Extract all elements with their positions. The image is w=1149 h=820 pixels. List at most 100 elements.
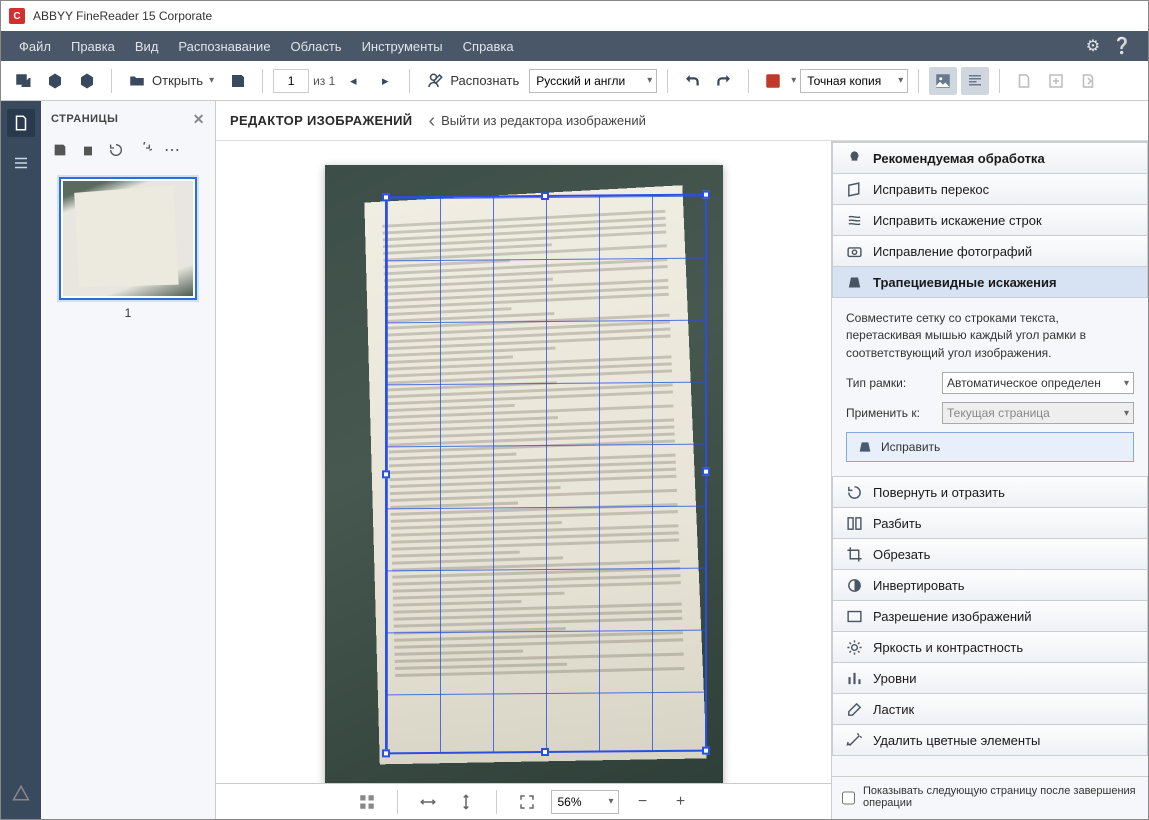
- exit-editor-link[interactable]: Выйти из редактора изображений: [428, 113, 645, 128]
- menu-help[interactable]: Справка: [453, 33, 524, 60]
- grid-handle-bottom-mid[interactable]: [541, 748, 549, 756]
- prev-page-button[interactable]: ◂: [339, 67, 367, 95]
- brightness-icon: [845, 638, 863, 656]
- pages-delete-icon[interactable]: [79, 141, 97, 159]
- grid-handle-bottom-right[interactable]: [702, 747, 710, 755]
- tool-crop[interactable]: Обрезать: [832, 539, 1148, 570]
- grid-handle-mid-right[interactable]: [702, 468, 710, 476]
- send-button: [1010, 67, 1038, 95]
- recognize-button[interactable]: Распознать: [420, 67, 525, 95]
- zoom-in-button[interactable]: +: [667, 788, 695, 816]
- rail-pages-button[interactable]: [7, 109, 35, 137]
- pdf-dropdown[interactable]: ▾: [791, 75, 796, 86]
- grid-handle-top-mid[interactable]: [541, 192, 549, 200]
- bottom-bar: 56% − +: [216, 783, 832, 819]
- menu-view[interactable]: Вид: [125, 33, 169, 60]
- fix-button[interactable]: Исправить: [846, 432, 1134, 462]
- tool-brightness[interactable]: Яркость и контрастность: [832, 632, 1148, 663]
- app-title: ABBYY FineReader 15 Corporate: [33, 9, 212, 23]
- grid-handle-mid-left[interactable]: [382, 470, 390, 478]
- apply-to-select: Текущая страница: [942, 402, 1134, 424]
- pages-rotate-left-icon[interactable]: [107, 141, 125, 159]
- menubar: Файл Правка Вид Распознавание Область Ин…: [1, 31, 1148, 61]
- apply-to-label: Применить к:: [846, 406, 934, 420]
- show-next-page-checkbox[interactable]: [842, 787, 855, 809]
- tool-split[interactable]: Разбить: [832, 508, 1148, 539]
- trapezoid-grid[interactable]: [385, 194, 707, 755]
- tool-eraser-label: Ластик: [873, 702, 914, 717]
- tool-eraser[interactable]: Ластик: [832, 694, 1148, 725]
- help-icon[interactable]: ❔: [1112, 36, 1132, 56]
- tool-rotate[interactable]: Повернуть и отразить: [832, 477, 1148, 508]
- language-dropdown[interactable]: Русский и англи: [529, 69, 657, 93]
- show-next-page-label: Показывать следующую страницу после заве…: [863, 785, 1138, 809]
- tool-remove-color[interactable]: Удалить цветные элементы: [832, 725, 1148, 756]
- page-thumbnail-1[interactable]: [59, 177, 197, 300]
- zoom-out-button[interactable]: −: [629, 788, 657, 816]
- zoom-dropdown[interactable]: 56%: [551, 790, 619, 814]
- grid-handle-top-right[interactable]: [702, 191, 710, 199]
- open-button[interactable]: Открыть ▾: [122, 67, 220, 95]
- tool-trapezoid[interactable]: Трапециевидные искажения: [832, 267, 1148, 298]
- rail-warning-icon[interactable]: [7, 779, 35, 807]
- tool-deskew[interactable]: Исправить перекос: [832, 174, 1148, 205]
- menu-file[interactable]: Файл: [9, 33, 61, 60]
- save-button[interactable]: [224, 67, 252, 95]
- view-image-button[interactable]: [929, 67, 957, 95]
- export-button: [1042, 67, 1070, 95]
- fit-width-icon[interactable]: [414, 788, 442, 816]
- next-page-button[interactable]: ▸: [371, 67, 399, 95]
- fix-icon: [857, 439, 873, 455]
- rotate-icon: [845, 483, 863, 501]
- menu-recognize[interactable]: Распознавание: [168, 33, 280, 60]
- tool-invert[interactable]: Инвертировать: [832, 570, 1148, 601]
- tool-remove-color-label: Удалить цветные элементы: [873, 733, 1040, 748]
- view-text-button[interactable]: [961, 67, 989, 95]
- camera-icon: [845, 242, 863, 260]
- pages-panel-close[interactable]: ✕: [193, 111, 205, 128]
- frame-type-label: Тип рамки:: [846, 376, 934, 390]
- add-page-button[interactable]: [41, 67, 69, 95]
- tool-photo[interactable]: Исправление фотографий: [832, 236, 1148, 267]
- tool-levels[interactable]: Уровни: [832, 663, 1148, 694]
- grid-handle-bottom-left[interactable]: [382, 749, 390, 757]
- split-icon: [845, 514, 863, 532]
- page-number-input[interactable]: [273, 69, 309, 93]
- fit-screen-icon[interactable]: [513, 788, 541, 816]
- main-toolbar: Открыть ▾ из 1 ◂ ▸ Распознать Русский и …: [1, 61, 1148, 101]
- zoom-value: 56%: [558, 795, 582, 809]
- image-canvas[interactable]: [216, 141, 832, 783]
- tool-crop-label: Обрезать: [873, 547, 930, 562]
- menu-edit[interactable]: Правка: [61, 33, 125, 60]
- apply-to-value: Текущая страница: [947, 406, 1050, 420]
- menu-tools[interactable]: Инструменты: [352, 33, 453, 60]
- resolution-icon: [845, 607, 863, 625]
- rail-list-button[interactable]: [7, 149, 35, 177]
- add-page-dropdown[interactable]: [73, 67, 101, 95]
- frame-type-select[interactable]: Автоматическое определен: [942, 372, 1134, 394]
- view-thumbnails-icon[interactable]: [353, 788, 381, 816]
- grid-handle-top-left[interactable]: [382, 193, 390, 201]
- undo-button[interactable]: [678, 67, 706, 95]
- redo-button[interactable]: [710, 67, 738, 95]
- pages-save-icon[interactable]: [51, 141, 69, 159]
- menu-area[interactable]: Область: [281, 33, 352, 60]
- pages-more-icon[interactable]: ⋯: [163, 141, 181, 159]
- tools-panel: Рекомендуемая обработка Исправить переко…: [832, 141, 1148, 819]
- pages-panel: СТРАНИЦЫ ✕ ⋯ 1: [41, 101, 216, 819]
- exit-editor-label: Выйти из редактора изображений: [441, 113, 646, 128]
- tool-deskew-label: Исправить перекос: [873, 182, 989, 197]
- pages-panel-title: СТРАНИЦЫ: [51, 113, 118, 125]
- pages-rotate-right-icon[interactable]: [135, 141, 153, 159]
- tool-lines[interactable]: Исправить искажение строк: [832, 205, 1148, 236]
- editor-header: РЕДАКТОР ИЗОБРАЖЕНИЙ Выйти из редактора …: [216, 101, 1148, 141]
- tool-resolution[interactable]: Разрешение изображений: [832, 601, 1148, 632]
- mode-dropdown[interactable]: Точная копия: [800, 69, 908, 93]
- settings-icon[interactable]: ⚙: [1086, 36, 1100, 56]
- fit-height-icon[interactable]: [452, 788, 480, 816]
- pdf-icon[interactable]: [759, 67, 787, 95]
- tools-panel-footer: Показывать следующую страницу после заве…: [832, 776, 1148, 819]
- tool-recommended[interactable]: Рекомендуемая обработка: [832, 142, 1148, 174]
- new-task-button[interactable]: [9, 67, 37, 95]
- left-rail: [1, 101, 41, 819]
